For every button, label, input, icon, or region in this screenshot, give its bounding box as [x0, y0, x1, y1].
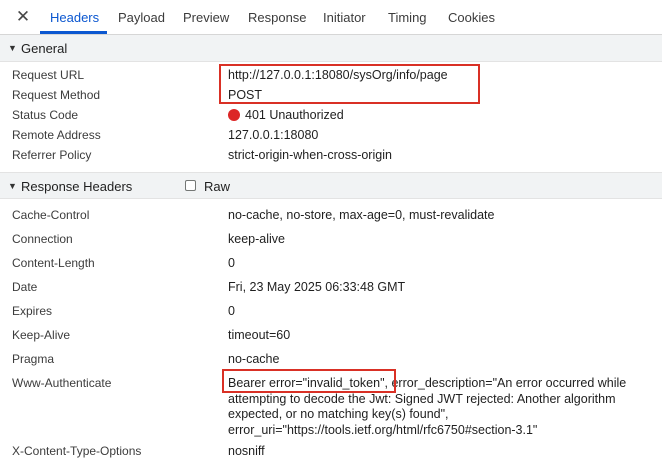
header-key-pragma: Pragma	[12, 352, 55, 366]
collapse-arrow-icon[interactable]: ▼	[8, 181, 17, 191]
tab-initiator[interactable]: Initiator	[323, 10, 366, 25]
status-error-dot-icon	[228, 109, 240, 121]
highlight-box-invalid-token	[222, 369, 396, 393]
tab-headers[interactable]: Headers	[50, 10, 99, 25]
close-icon[interactable]: ✕	[14, 8, 32, 26]
header-key-date: Date	[12, 280, 38, 294]
header-key-www-authenticate: Www-Authenticate	[12, 376, 112, 390]
header-key-cache-control: Cache-Control	[12, 208, 90, 222]
header-value-connection: keep-alive	[228, 232, 285, 246]
raw-checkbox[interactable]	[185, 180, 196, 191]
remote-address-key: Remote Address	[12, 128, 101, 142]
highlight-box-request	[219, 64, 480, 104]
header-value-expires: 0	[228, 304, 235, 318]
status-code-key: Status Code	[12, 108, 79, 122]
header-value-keep-alive: timeout=60	[228, 328, 291, 342]
request-method-key: Request Method	[12, 88, 101, 102]
referrer-policy-value: strict-origin-when-cross-origin	[228, 148, 392, 162]
header-key-content-length: Content-Length	[12, 256, 95, 270]
remote-address-value: 127.0.0.1:18080	[228, 128, 319, 142]
header-key-connection: Connection	[12, 232, 73, 246]
tab-response[interactable]: Response	[248, 10, 307, 25]
tab-preview[interactable]: Preview	[183, 10, 229, 25]
referrer-policy-key: Referrer Policy	[12, 148, 92, 162]
raw-checkbox-label[interactable]: Raw	[204, 179, 230, 194]
tab-timing[interactable]: Timing	[388, 10, 427, 25]
devtools-tab-bar: ✕ Headers Payload Preview Response Initi…	[0, 0, 662, 35]
tab-cookies[interactable]: Cookies	[448, 10, 495, 25]
request-url-key: Request URL	[12, 68, 85, 82]
active-tab-indicator	[40, 31, 107, 34]
collapse-arrow-icon[interactable]: ▼	[8, 43, 17, 53]
tab-payload[interactable]: Payload	[118, 10, 165, 25]
general-section-title: General	[21, 41, 68, 56]
response-headers-section-title: Response Headers	[21, 179, 133, 194]
header-value-cache-control: no-cache, no-store, max-age=0, must-reva…	[228, 208, 495, 222]
general-section-header[interactable]: ▼ General	[0, 35, 662, 62]
header-value-date: Fri, 23 May 2025 06:33:48 GMT	[228, 280, 406, 294]
response-headers-section-header[interactable]: ▼ Response Headers Raw	[0, 172, 662, 199]
header-value-content-length: 0	[228, 256, 235, 270]
header-key-x-content-type-options: X-Content-Type-Options	[12, 444, 142, 458]
header-value-x-content-type-options: nosniff	[228, 444, 265, 458]
header-value-pragma: no-cache	[228, 352, 280, 366]
status-code-value: 401 Unauthorized	[245, 108, 344, 122]
header-key-keep-alive: Keep-Alive	[12, 328, 71, 342]
header-key-expires: Expires	[12, 304, 53, 318]
